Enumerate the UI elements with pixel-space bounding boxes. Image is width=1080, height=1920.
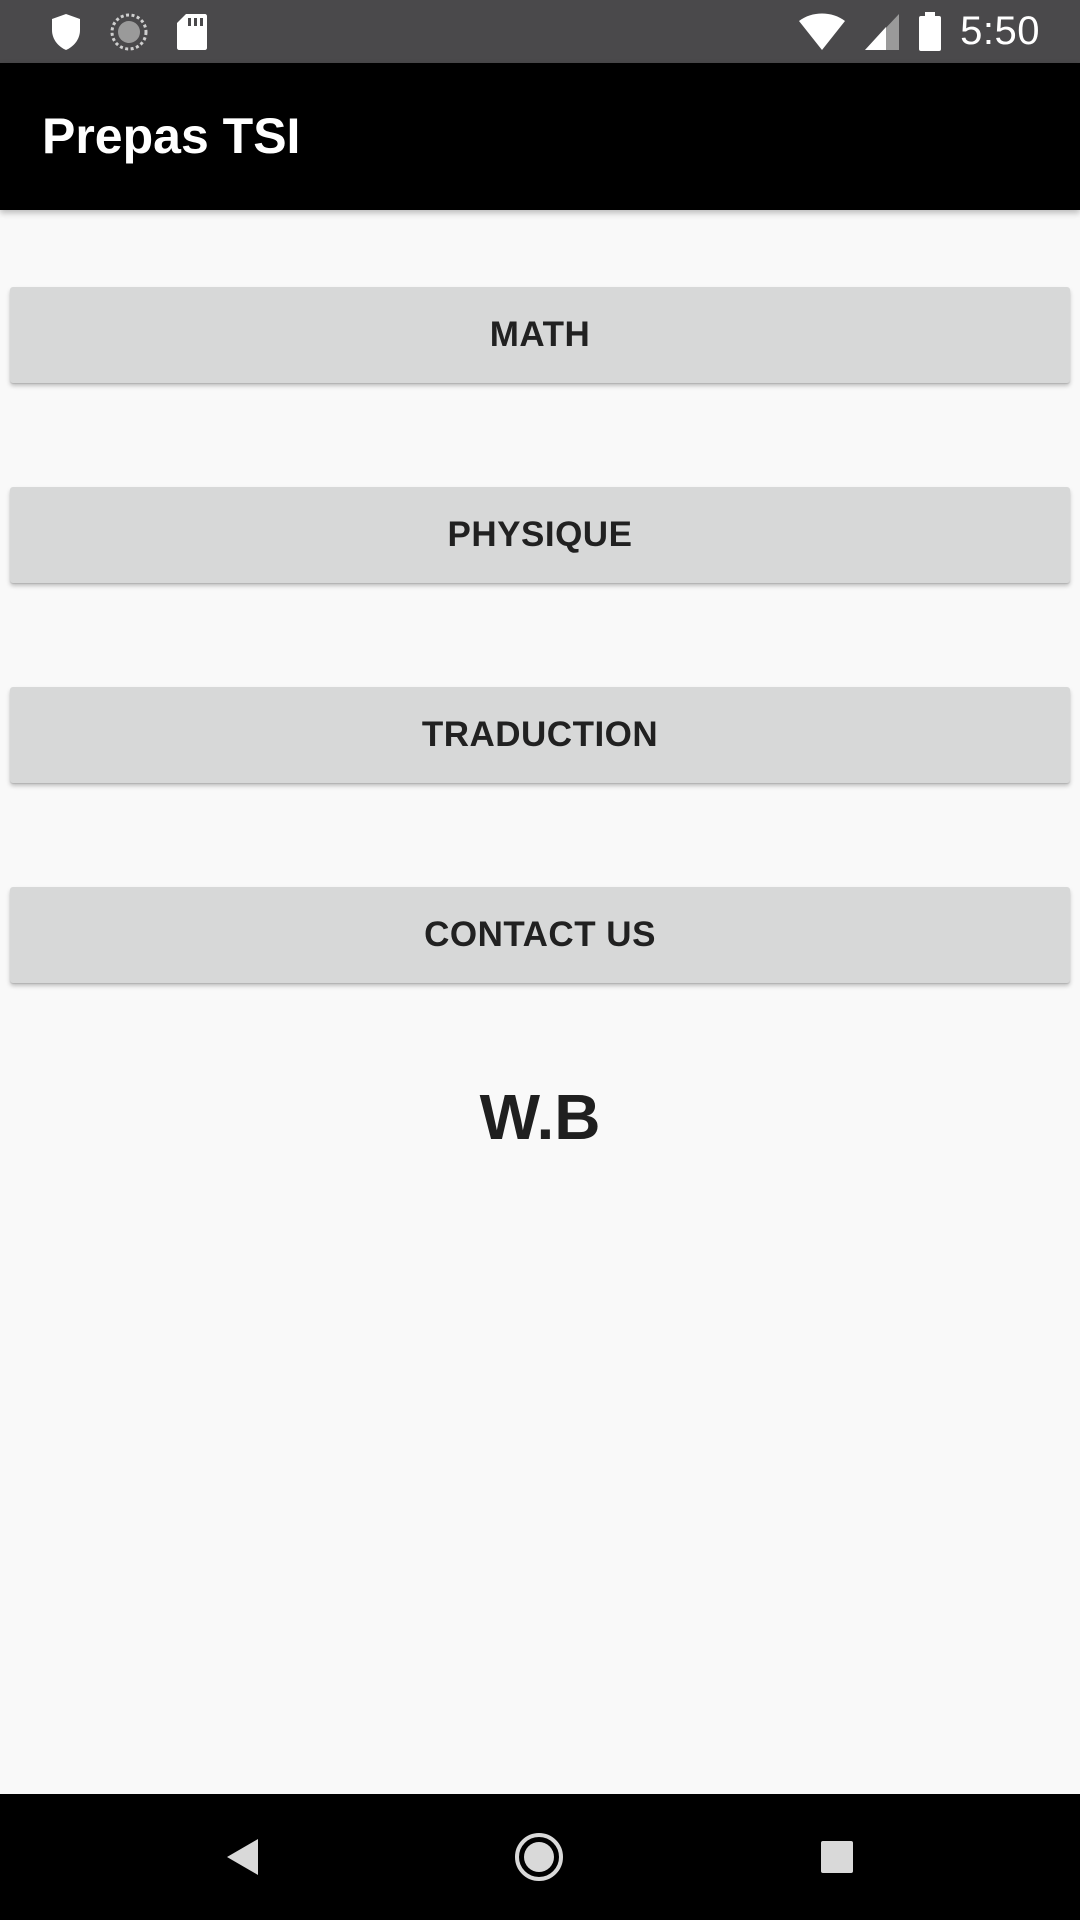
math-button[interactable]: MATH [10, 287, 1070, 383]
physique-button[interactable]: PHYSIQUE [10, 487, 1070, 583]
main-content: MATH PHYSIQUE TRADUCTION CONTACT US W.B [0, 210, 1080, 1794]
navigation-bar [0, 1794, 1080, 1920]
status-bar: 5:50 [0, 0, 1080, 63]
contact-us-button[interactable]: CONTACT US [10, 887, 1070, 983]
status-right-icons: 5:50 [798, 0, 1040, 63]
recents-button[interactable] [777, 1794, 897, 1920]
shield-icon [50, 13, 82, 51]
status-time: 5:50 [960, 9, 1040, 53]
app-title: Prepas TSI [42, 108, 301, 164]
home-button[interactable] [479, 1794, 599, 1920]
back-icon [224, 1837, 260, 1877]
traduction-button[interactable]: TRADUCTION [10, 687, 1070, 783]
battery-icon [918, 11, 942, 52]
home-icon [514, 1832, 564, 1882]
sync-icon [110, 13, 148, 51]
author-initials: W.B [479, 1081, 601, 1153]
status-left-icons [50, 12, 208, 52]
wifi-icon [798, 13, 846, 51]
recents-icon [820, 1840, 854, 1874]
app-bar: Prepas TSI [0, 63, 1080, 210]
back-button[interactable] [182, 1794, 302, 1920]
cell-signal-icon [864, 13, 900, 51]
sd-card-icon [176, 13, 208, 51]
